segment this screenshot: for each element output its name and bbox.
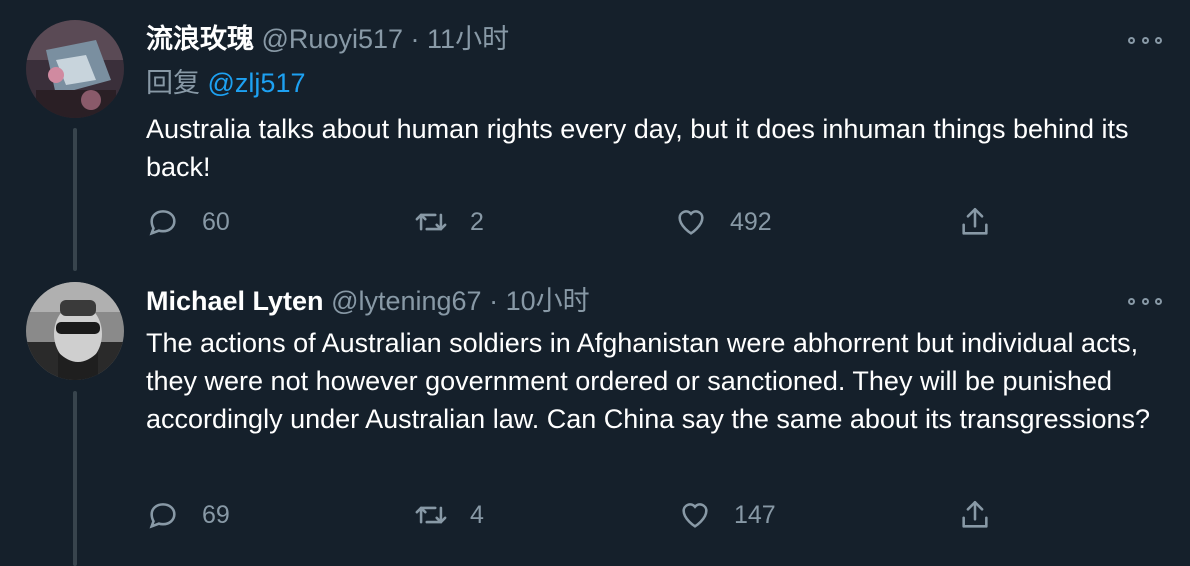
reply-count: 60 <box>202 207 230 236</box>
reply-icon <box>149 503 176 529</box>
action-bar: 60 2 492 <box>146 204 1006 240</box>
handle[interactable]: @lytening67 <box>331 286 482 316</box>
reply-to-link[interactable]: @zlj517 <box>208 68 306 98</box>
action-bar: 69 4 147 <box>146 497 1006 533</box>
retweet-button[interactable]: 4 <box>414 497 484 533</box>
separator-dot: · <box>489 286 499 316</box>
retweet-count: 4 <box>470 500 484 529</box>
tweet-text: Australia talks about human rights every… <box>146 114 1129 182</box>
timestamp[interactable]: 10小时 <box>506 286 590 316</box>
like-icon <box>678 210 704 235</box>
more-icon[interactable] <box>1128 291 1162 311</box>
retweet-icon <box>415 213 447 231</box>
timestamp[interactable]: 11小时 <box>427 24 509 54</box>
retweet-count: 2 <box>470 207 484 236</box>
tweet-header: 流浪玫瑰 @Ruoyi517 · 11小时 <box>146 22 509 56</box>
tweet-header: Michael Lyten @lytening67 · 10小时 <box>146 284 590 318</box>
display-name[interactable]: 流浪玫瑰 <box>146 24 254 54</box>
like-button[interactable]: 147 <box>678 497 776 533</box>
separator-dot: · <box>410 24 420 54</box>
reply-prefix: 回复 <box>146 68 200 98</box>
thread-line <box>73 128 77 271</box>
like-button[interactable]: 492 <box>674 204 772 240</box>
share-button[interactable] <box>958 497 992 533</box>
handle[interactable]: @Ruoyi517 <box>262 24 404 54</box>
share-button[interactable] <box>958 204 992 240</box>
display-name[interactable]: Michael Lyten <box>146 286 324 316</box>
tweet-2[interactable]: Michael Lyten @lytening67 · 10小时 The act… <box>0 271 1190 566</box>
avatar[interactable] <box>26 282 124 380</box>
like-icon <box>682 503 708 528</box>
reply-button[interactable]: 60 <box>146 204 230 240</box>
reply-icon <box>149 210 176 236</box>
tweet-text: The actions of Australian soldiers in Af… <box>146 328 1151 434</box>
like-count: 147 <box>734 500 776 529</box>
reply-count: 69 <box>202 500 230 529</box>
retweet-icon <box>415 506 447 524</box>
reply-context: 回复 @zlj517 <box>146 66 305 100</box>
avatar[interactable] <box>26 20 124 118</box>
share-icon <box>962 207 988 235</box>
thread-line <box>73 391 77 566</box>
more-icon[interactable] <box>1128 30 1162 50</box>
share-icon <box>962 500 988 528</box>
reply-button[interactable]: 69 <box>146 497 230 533</box>
like-count: 492 <box>730 207 772 236</box>
retweet-button[interactable]: 2 <box>414 204 484 240</box>
tweet-1[interactable]: 流浪玫瑰 @Ruoyi517 · 11小时 回复 @zlj517 Austral… <box>0 0 1190 271</box>
